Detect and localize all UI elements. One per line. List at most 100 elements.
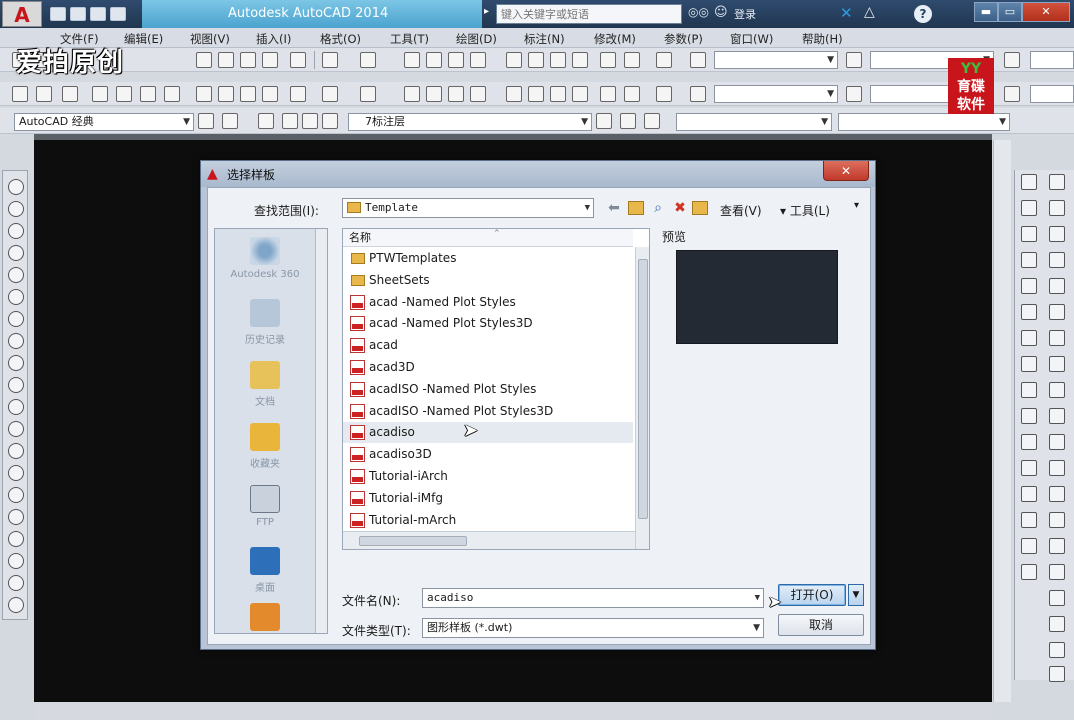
open-file-icon[interactable] [70, 7, 86, 21]
move-icon[interactable] [1021, 304, 1037, 320]
match-properties-icon[interactable] [262, 86, 278, 102]
table-style-select[interactable] [1030, 51, 1074, 69]
dim-linear-icon[interactable] [1049, 174, 1065, 190]
filename-input[interactable]: acadiso ▼ [422, 588, 764, 608]
place-favorites[interactable]: 收藏夹 [215, 423, 315, 470]
insert-block-icon[interactable] [8, 421, 24, 437]
menu-parametric[interactable]: 参数(P) [664, 31, 703, 47]
zoom-window-icon[interactable] [448, 86, 464, 102]
text-style-icon[interactable] [690, 86, 706, 102]
design-center-icon[interactable] [528, 52, 544, 68]
lookin-select[interactable]: Template ▼ [342, 198, 594, 218]
maximize-button[interactable]: ▭ [998, 2, 1022, 22]
menu-tools[interactable]: 工具(T) [390, 31, 429, 47]
zoom-realtime-icon[interactable] [426, 52, 442, 68]
scale-icon[interactable] [1021, 356, 1037, 372]
layer-state-icon[interactable] [644, 113, 660, 129]
rotate-icon[interactable] [1021, 330, 1037, 346]
table-style-icon[interactable] [1004, 52, 1020, 68]
binoculars-icon[interactable]: ◎◎ [688, 5, 709, 19]
exchange-apps-icon[interactable]: ✕ [840, 4, 853, 22]
up-folder-icon[interactable] [628, 201, 644, 215]
cut-icon[interactable] [196, 52, 212, 68]
filetype-select[interactable]: 图形样板 (*.dwt) ▼ [422, 618, 764, 638]
text-style-select[interactable]: ▼ [714, 85, 838, 103]
block-editor-icon[interactable] [290, 52, 306, 68]
workspace-settings-icon[interactable] [222, 113, 238, 129]
menu-view[interactable]: 视图(V) [190, 31, 230, 47]
join-icon[interactable] [1021, 486, 1037, 502]
publish-icon[interactable] [140, 86, 156, 102]
table-style-select[interactable] [1030, 85, 1074, 103]
gear-icon[interactable] [198, 113, 214, 129]
file-list-item[interactable]: Tutorial-iMfg [343, 488, 633, 509]
plot-preview-icon[interactable] [116, 86, 132, 102]
menu-help[interactable]: 帮助(H) [802, 31, 843, 47]
tolerance-icon[interactable] [1049, 486, 1065, 502]
circle-icon[interactable] [8, 311, 24, 327]
file-list-item[interactable]: acad -Named Plot Styles [343, 292, 633, 313]
chamfer-icon[interactable] [1021, 512, 1037, 528]
stretch-icon[interactable] [1021, 382, 1037, 398]
file-list-item[interactable]: Tutorial-iArch [343, 466, 633, 487]
point-icon[interactable] [8, 465, 24, 481]
workspace-select[interactable]: AutoCAD 经典 ▼ [14, 113, 194, 131]
close-window-button[interactable]: ✕ [1022, 2, 1070, 22]
file-list-item[interactable]: acadISO -Named Plot Styles [343, 379, 633, 400]
hatch-icon[interactable] [8, 487, 24, 503]
redo-icon[interactable] [360, 52, 376, 68]
file-list-item[interactable]: acad3D [343, 357, 633, 378]
dim-baseline-icon[interactable] [1049, 408, 1065, 424]
make-current-layer-icon[interactable] [596, 113, 612, 129]
tool-palettes-icon[interactable] [550, 86, 566, 102]
extend-icon[interactable] [1021, 434, 1037, 450]
cut-icon[interactable] [196, 86, 212, 102]
new-folder-icon[interactable] [692, 201, 708, 215]
make-block-icon[interactable] [8, 443, 24, 459]
dim-update-icon[interactable] [1049, 642, 1065, 658]
dim-text-edit-icon[interactable] [1049, 616, 1065, 632]
block-editor-icon[interactable] [290, 86, 306, 102]
places-scrollbar[interactable] [315, 229, 327, 633]
dim-space-icon[interactable] [1049, 460, 1065, 476]
sheet-set-icon[interactable] [572, 86, 588, 102]
help-icon[interactable]: ? [914, 5, 932, 23]
new-file-icon[interactable] [50, 7, 66, 21]
dim-continue-icon[interactable] [1049, 434, 1065, 450]
open-button[interactable]: 打开(O) [778, 584, 846, 606]
dim-jogged-linear-icon[interactable] [1049, 564, 1065, 580]
help-toolbar-icon[interactable] [656, 52, 672, 68]
dim-angular-icon[interactable] [1049, 356, 1065, 372]
spline-icon[interactable] [8, 355, 24, 371]
zoom-previous-icon[interactable] [470, 86, 486, 102]
inspect-icon[interactable] [1049, 538, 1065, 554]
file-list-item[interactable]: SheetSets [343, 270, 633, 291]
file-list-item[interactable]: acadiso3D [343, 444, 633, 465]
file-list-item[interactable]: acad [343, 335, 633, 356]
autodesk-360-icon[interactable]: △ [864, 4, 875, 20]
offset-icon[interactable] [1021, 252, 1037, 268]
menu-dimension[interactable]: 标注(N) [524, 31, 565, 47]
copy-object-icon[interactable] [1021, 200, 1037, 216]
file-list-item[interactable]: acadiso ➤ [343, 420, 633, 444]
pan-icon[interactable] [404, 52, 420, 68]
layer-select[interactable]: 7标注层 ▼ [348, 113, 592, 131]
redo-icon[interactable] [360, 86, 376, 102]
markup-icon[interactable] [600, 86, 616, 102]
copy-icon[interactable] [218, 52, 234, 68]
polygon-icon[interactable] [8, 245, 24, 261]
drawing-vertical-scrollbar[interactable] [993, 140, 1011, 702]
dim-radius-icon[interactable] [1049, 278, 1065, 294]
file-list-item[interactable]: Tutorial-mArch [343, 510, 633, 531]
menu-window[interactable]: 窗口(W) [730, 31, 773, 47]
file-list-horizontal-scrollbar[interactable] [343, 531, 635, 549]
blend-icon[interactable] [1021, 564, 1037, 580]
file-list-vertical-scrollbar[interactable] [635, 247, 649, 549]
zoom-realtime-icon[interactable] [426, 86, 442, 102]
menu-format[interactable]: 格式(O) [320, 31, 361, 47]
drawing-horizontal-scrollbar[interactable] [34, 702, 992, 720]
dialog-close-button[interactable]: ✕ [823, 161, 869, 181]
file-list-item[interactable]: acadISO -Named Plot Styles3D [343, 401, 633, 422]
multiline-text-icon[interactable] [8, 575, 24, 591]
construction-line-icon[interactable] [8, 201, 24, 217]
